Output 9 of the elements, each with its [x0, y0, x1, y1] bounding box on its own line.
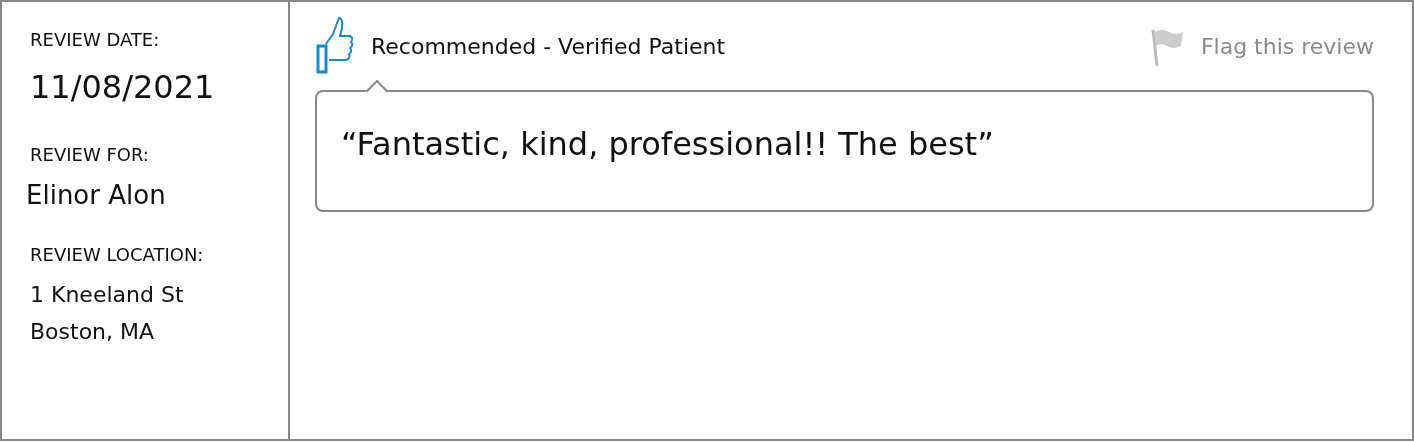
- review-location: 1 Kneeland St Boston, MA: [30, 281, 184, 347]
- review-date: 11/08/2021: [30, 67, 215, 108]
- flag-link[interactable]: Flag this review: [1148, 26, 1374, 66]
- recommendation-text: Recommended - Verified Patient: [371, 32, 726, 61]
- review-quote: “Fantastic, kind, professional!! The best”: [341, 125, 994, 163]
- field-label: REVIEW DATE:: [30, 28, 160, 52]
- field-label: REVIEW FOR:: [30, 143, 149, 167]
- field-label: REVIEW LOCATION:: [30, 243, 204, 267]
- doctor-name: Elinor Alon: [26, 179, 166, 212]
